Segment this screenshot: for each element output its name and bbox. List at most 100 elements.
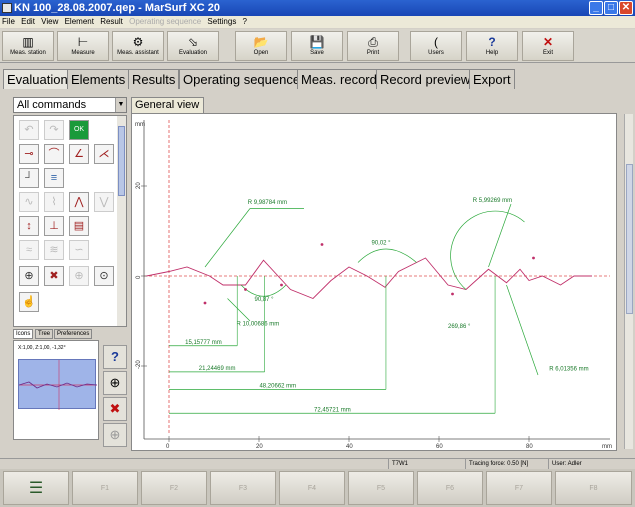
radius-2-label: R 10,00686 mm <box>237 322 280 328</box>
fkey-f3[interactable]: F3 <box>210 471 276 505</box>
table-icon[interactable]: ▤ <box>69 216 89 236</box>
close-window-button[interactable]: ✕ <box>619 1 633 15</box>
minimize-button[interactable]: _ <box>589 1 603 15</box>
print-button[interactable]: ⎙ Print <box>347 31 399 61</box>
x-tick-label: 40 <box>346 444 353 450</box>
users-button[interactable]: (Users <box>410 31 462 61</box>
subtab-icons[interactable]: Icons <box>13 329 34 339</box>
fkey-f8[interactable]: F8 <box>555 471 632 505</box>
palette-scrollbar[interactable] <box>117 116 126 326</box>
radius-4-leader <box>506 284 539 376</box>
peak-icon[interactable]: ⋀ <box>69 192 89 212</box>
preview-scale-label: X:1,00, Z:1,00, -1,32° <box>18 345 66 351</box>
menu-settings[interactable]: Settings <box>207 17 236 26</box>
fkey-f6[interactable]: F6 <box>417 471 483 505</box>
ok-icon[interactable]: OK <box>69 120 89 140</box>
valley-icon[interactable]: ⋁ <box>94 192 114 212</box>
y-tick-label: 0 <box>136 275 142 279</box>
zoom-icon[interactable]: ⊕ <box>103 371 127 395</box>
zoom-fit-icon[interactable]: ⊙ <box>94 266 114 286</box>
meas-assistant-button[interactable]: ⚙ Meas. assistant <box>112 31 164 61</box>
fkey-f4[interactable]: F4 <box>279 471 345 505</box>
radius-1-leader <box>204 208 251 268</box>
menu-edit[interactable]: Edit <box>21 17 35 26</box>
dimension-label: 48,20662 mm <box>259 383 296 389</box>
tab-meas-record[interactable]: Meas. record <box>297 69 381 89</box>
zoom-in-icon[interactable]: ⊕ <box>19 266 39 286</box>
help-button[interactable]: ? Help <box>466 31 518 61</box>
measure-button[interactable]: ⊢ Measure <box>57 31 109 61</box>
command-palette: ↶ ↷ OK ⊸ ⌒ ∠ ⋌ ┘ ≡ ∿ ⌇ ⋀ ⋁ ↕ ⊥ ▤ ≈ ≋ ∽ ⊕… <box>13 115 127 327</box>
grid-icon[interactable]: ≡ <box>44 168 64 188</box>
menu-file[interactable]: File <box>2 17 15 26</box>
hand-icon[interactable]: ☝ <box>19 292 39 312</box>
menu-element[interactable]: Element <box>65 17 94 26</box>
exit-button[interactable]: ✕ Exit <box>522 31 574 61</box>
arc-element-icon[interactable]: ⌒ <box>44 144 64 164</box>
height-icon[interactable]: ↕ <box>19 216 39 236</box>
angle-3-label: 269,86 ° <box>448 324 471 330</box>
menu-view[interactable]: View <box>41 17 58 26</box>
fkey-f2[interactable]: F2 <box>141 471 207 505</box>
help-question-icon[interactable]: ? <box>103 345 127 369</box>
tab-evaluation[interactable]: Evaluation <box>3 69 72 89</box>
zoom-plus-side-icon[interactable]: ⊕ <box>103 423 127 447</box>
fkey-f1[interactable]: F1 <box>72 471 138 505</box>
tab-results[interactable]: Results <box>128 69 180 89</box>
printer-icon: ⎙ <box>368 35 378 49</box>
segment-icon[interactable]: ⌇ <box>44 192 64 212</box>
wave-icon[interactable]: ≈ <box>19 240 39 260</box>
form-icon[interactable]: ∽ <box>69 240 89 260</box>
zoom-plus-icon[interactable]: ⊕ <box>69 266 89 286</box>
preview-plot[interactable] <box>18 359 98 410</box>
angle-1-arc <box>240 284 287 297</box>
chart-scroll-thumb[interactable] <box>626 164 633 314</box>
tab-general-view[interactable]: General view <box>131 97 204 113</box>
angle-element-icon[interactable]: ∠ <box>69 144 89 164</box>
construction-point <box>203 301 207 305</box>
contour-icon[interactable]: ≋ <box>44 240 64 260</box>
undo-icon[interactable]: ↶ <box>19 120 39 140</box>
redo-icon[interactable]: ↷ <box>44 120 64 140</box>
x-tick-label: 0 <box>166 444 170 450</box>
tab-elements[interactable]: Elements <box>67 69 130 89</box>
chevron-down-icon: ▼ <box>115 98 126 112</box>
meas-station-button[interactable]: ▥ Meas. station <box>2 31 54 61</box>
station-icon: ▥ <box>22 35 34 49</box>
radius-4-label: R 6,01356 mm <box>549 367 588 373</box>
save-button[interactable]: 💾 Save <box>291 31 343 61</box>
evaluation-button[interactable]: ⬂ Evaluation <box>167 31 219 61</box>
construction-point <box>532 256 535 260</box>
menu-operating-sequence[interactable]: Operating sequence <box>129 17 201 26</box>
evaluation-icon: ⬂ <box>187 35 199 49</box>
zoom-cancel-icon[interactable]: ✖ <box>44 266 64 286</box>
tab-operating-sequence[interactable]: Operating sequence <box>179 69 305 89</box>
palette-scroll-thumb[interactable] <box>118 126 125 196</box>
step-icon[interactable]: ⊥ <box>44 216 64 236</box>
intersection-icon[interactable]: ⋌ <box>94 144 114 164</box>
fkey-f7[interactable]: F7 <box>486 471 552 505</box>
profile-icon[interactable]: ∿ <box>19 192 39 212</box>
maximize-button[interactable]: □ <box>604 1 618 15</box>
measure-icon: ⊢ <box>77 35 89 49</box>
app-icon <box>2 3 12 13</box>
general-view-chart[interactable]: 0 20 40 60 80 mm 20 0 -20 mm R 9,98784 mm R 10,0068… <box>131 113 617 451</box>
construction-point <box>320 243 324 246</box>
angle-2-label: 90,02 ° <box>372 241 392 247</box>
axis-icon[interactable]: ┘ <box>19 168 39 188</box>
menu-result[interactable]: Result <box>100 17 123 26</box>
command-filter-select[interactable]: All commands ▼ <box>13 97 127 113</box>
fkey-f5[interactable]: F5 <box>348 471 414 505</box>
tab-record-preview[interactable]: Record preview <box>376 69 475 89</box>
subtab-preferences[interactable]: Preferences <box>54 329 93 339</box>
construction-point <box>244 288 247 291</box>
y-tick-label: 20 <box>136 182 142 189</box>
zoom-cancel-side-icon[interactable]: ✖ <box>103 397 127 421</box>
chart-scrollbar[interactable] <box>624 114 633 449</box>
line-element-icon[interactable]: ⊸ <box>19 144 39 164</box>
subtab-tree[interactable]: Tree <box>35 329 54 339</box>
stack-icon[interactable]: ☰ <box>3 471 69 505</box>
open-button[interactable]: 📂 Open <box>235 31 287 61</box>
tab-export[interactable]: Export <box>469 69 515 89</box>
menu-help[interactable]: ? <box>243 17 247 26</box>
